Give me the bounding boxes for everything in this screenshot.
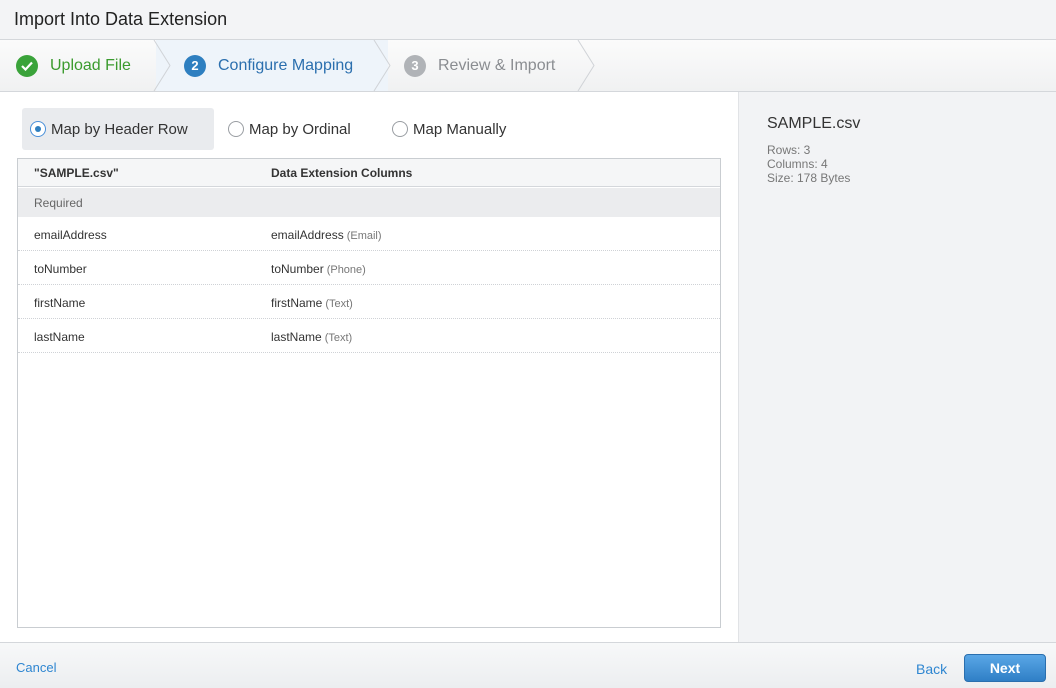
radio-unselected-icon[interactable]	[228, 121, 244, 137]
target-field: firstName (Text)	[271, 296, 353, 310]
dialog-titlebar: Import Into Data Extension	[0, 0, 1056, 40]
field-type: (Email)	[346, 230, 382, 242]
source-field: emailAddress	[34, 228, 107, 242]
dialog-footer: Cancel Back Next	[0, 642, 1056, 688]
dialog-title: Import Into Data Extension	[14, 9, 228, 29]
section-label: Required	[34, 196, 83, 210]
source-field: lastName	[34, 330, 85, 344]
cancel-link[interactable]: Cancel	[16, 660, 56, 675]
step-separator-chevron-icon	[153, 40, 171, 91]
table-header: "SAMPLE.csv" Data Extension Columns	[18, 159, 720, 187]
step-separator-chevron-icon	[577, 40, 595, 91]
table-row[interactable]: emailAddress emailAddress (Email)	[18, 217, 720, 251]
file-size: Size: 178 Bytes	[767, 171, 851, 185]
column-header-source: "SAMPLE.csv"	[34, 166, 119, 180]
column-header-target: Data Extension Columns	[271, 166, 413, 180]
table-row[interactable]: firstName firstName (Text)	[18, 285, 720, 319]
radio-label: Map Manually	[413, 120, 507, 138]
radio-selected-icon[interactable]	[30, 121, 46, 137]
wizard-steps: Upload File 2 Configure Mapping 3 Review…	[0, 40, 1056, 92]
step-separator-chevron-icon	[372, 40, 391, 91]
radio-map-by-ordinal[interactable]: Map by Ordinal	[220, 108, 351, 150]
file-info-panel: SAMPLE.csv Rows: 3 Columns: 4 Size: 178 …	[738, 92, 1056, 642]
radio-label: Map by Header Row	[51, 120, 188, 138]
file-name: SAMPLE.csv	[767, 115, 861, 132]
step-configure-mapping[interactable]: 2 Configure Mapping	[184, 40, 353, 91]
target-field: emailAddress (Email)	[271, 228, 382, 242]
step-upload-file[interactable]: Upload File	[16, 40, 131, 91]
mapping-panel: Map by Header Row Map by Ordinal Map Man…	[0, 92, 738, 642]
table-row[interactable]: toNumber toNumber (Phone)	[18, 251, 720, 285]
file-columns: Columns: 4	[767, 157, 828, 171]
step-label: Configure Mapping	[218, 56, 354, 74]
target-field: toNumber (Phone)	[271, 262, 366, 276]
next-button[interactable]: Next	[964, 654, 1046, 682]
back-link[interactable]: Back	[916, 661, 947, 677]
field-type: (Text)	[324, 332, 353, 344]
step-label: Review & Import	[438, 56, 556, 74]
target-field: lastName (Text)	[271, 330, 353, 344]
field-type: (Phone)	[326, 264, 366, 276]
mapping-table: "SAMPLE.csv" Data Extension Columns Requ…	[17, 158, 721, 628]
radio-map-manually[interactable]: Map Manually	[384, 108, 506, 150]
step-number-badge: 2	[184, 54, 206, 77]
source-field: firstName	[34, 296, 86, 310]
field-type: (Text)	[325, 298, 353, 310]
file-rows: Rows: 3	[767, 143, 811, 157]
required-section-header: Required	[18, 188, 720, 217]
step-number-badge: 3	[404, 54, 426, 77]
radio-unselected-icon[interactable]	[392, 121, 408, 137]
source-field: toNumber	[34, 262, 87, 276]
table-row[interactable]: lastName lastName (Text)	[18, 319, 720, 353]
step-review-import: 3 Review & Import	[404, 40, 555, 91]
step-label: Upload File	[50, 56, 131, 74]
radio-map-by-header-row[interactable]: Map by Header Row	[22, 108, 214, 150]
radio-label: Map by Ordinal	[249, 120, 351, 138]
check-icon	[16, 54, 38, 77]
